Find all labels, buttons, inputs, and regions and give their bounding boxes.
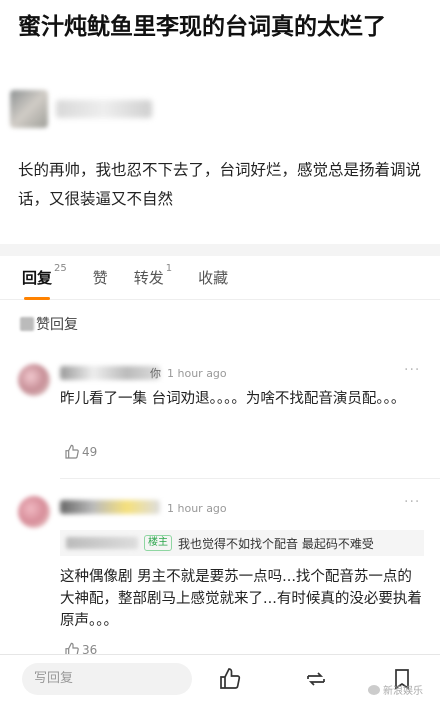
post-title: 蜜汁炖鱿鱼里李现的台词真的太烂了 (18, 14, 386, 40)
quoted-reply[interactable]: 楼主 我也觉得不如找个配音 最起码不难受 (60, 530, 424, 556)
section-divider (0, 244, 440, 256)
op-badge: 楼主 (144, 535, 172, 551)
comment-divider (60, 478, 440, 479)
tab-replies[interactable]: 回复 25 (22, 263, 67, 300)
quoted-user[interactable] (66, 537, 138, 549)
comment-text: 昨儿看了一集 台词劝退。。。。为啥不找配音演员配。。。 (60, 391, 406, 407)
hot-icon (20, 317, 34, 331)
more-options-icon[interactable]: ··· (404, 494, 420, 510)
tab-label: 收藏 (198, 269, 229, 287)
tab-label: 转发 (133, 269, 164, 287)
comment-time: 1 hour ago (167, 502, 227, 515)
comment-text: 这种偶像剧 男主不就是要苏一点吗...找个配音苏一点的大神配，整部剧马上感觉就来… (60, 569, 422, 629)
tab-likes[interactable]: 赞 (93, 267, 108, 288)
author-row[interactable] (10, 90, 152, 128)
comment-item: 你 1 hour ago ··· 昨儿看了一集 台词劝退。。。。为啥不找配音演员… (0, 356, 440, 476)
commenter-name[interactable] (60, 500, 160, 514)
post-body: 长的再帅，我也忍不下去了，台词好烂，感觉总是扬着调说话，又很装逼又不自然 (18, 161, 422, 208)
like-count: 49 (82, 445, 98, 459)
tab-reposts[interactable]: 转发 1 (133, 263, 172, 288)
commenter-avatar[interactable] (18, 364, 50, 396)
tab-bar: 回复 25 赞 转发 1 收藏 (0, 256, 440, 300)
commenter-name-tail: 你 (150, 367, 161, 380)
author-name[interactable] (56, 100, 152, 118)
hot-replies-label: 赞回复 (36, 317, 78, 333)
quoted-text: 我也觉得不如找个配音 最起码不难受 (178, 536, 374, 551)
tab-label: 回复 (22, 269, 53, 287)
reply-input[interactable]: 写回复 (22, 663, 192, 695)
commenter-avatar[interactable] (18, 496, 50, 528)
repost-icon[interactable] (304, 667, 328, 691)
tab-label: 赞 (92, 269, 108, 287)
author-avatar[interactable] (10, 90, 48, 128)
more-options-icon[interactable]: ··· (404, 362, 420, 378)
tab-favorites[interactable]: 收藏 (198, 267, 228, 288)
watermark-text: 新浪娱乐 (383, 686, 423, 697)
commenter-name[interactable] (60, 366, 160, 380)
tab-count: 25 (54, 263, 67, 274)
tab-count: 1 (165, 263, 173, 274)
thumbs-up-icon (65, 444, 79, 459)
like-button[interactable]: 49 (64, 444, 97, 460)
watermark: 新浪娱乐 (368, 682, 423, 697)
hot-replies-header: 赞回复 (20, 314, 78, 334)
weibo-logo-icon (368, 684, 380, 695)
comment-time: 1 hour ago (167, 367, 227, 380)
thumbs-up-icon[interactable] (218, 667, 242, 691)
